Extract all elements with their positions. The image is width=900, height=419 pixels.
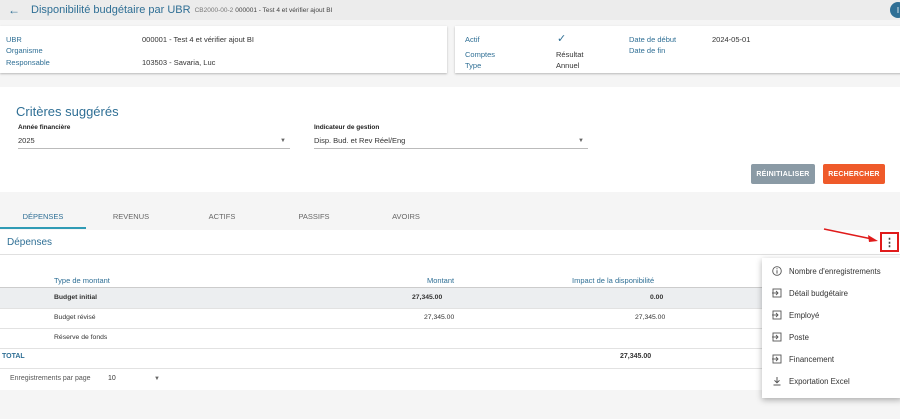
col-impact-header: Impact de la disponibilité: [572, 276, 655, 285]
tab-depenses[interactable]: DÉPENSES: [1, 212, 85, 221]
page-subtitle: 000001 - Test 4 et vérifier ajout BI: [235, 6, 333, 14]
col-montant-header: Montant: [427, 276, 455, 285]
impact-cell: 27,345.00: [635, 314, 666, 321]
page-size-select[interactable]: 10: [108, 375, 116, 382]
menu-item-label: Financement: [789, 354, 835, 364]
table-row[interactable]: Réserve de fonds: [0, 328, 790, 348]
montant-cell: 27,345.00: [412, 294, 443, 301]
row-divider: [0, 368, 790, 369]
row-divider: [0, 348, 790, 349]
menu-item-excel-export[interactable]: Exportation Excel: [772, 373, 850, 389]
menu-item-label: Employé: [789, 310, 820, 320]
year-select[interactable]: 2025: [18, 136, 35, 145]
total-label: TOTAL: [2, 353, 25, 360]
search-button[interactable]: RECHERCHER: [823, 164, 885, 184]
menu-item-record-count[interactable]: Nombre d'enregistrements: [772, 263, 881, 279]
responsable-label: Responsable: [6, 58, 50, 67]
total-impact: 27,345.00: [620, 353, 652, 360]
date-debut-label: Date de début: [629, 35, 677, 44]
open-in-icon: [772, 354, 782, 364]
open-in-icon: [772, 310, 782, 320]
menu-item-employee[interactable]: Employé: [772, 307, 819, 323]
indicator-select[interactable]: Disp. Bud. et Rev Réel/Eng: [314, 136, 405, 145]
year-dropdown-icon[interactable]: ▼: [280, 138, 286, 144]
kebab-menu-icon[interactable]: ⋮: [880, 232, 899, 252]
checkmark-icon: ✓: [557, 33, 567, 45]
page-size-dropdown-icon[interactable]: ▼: [154, 376, 160, 382]
comptes-value: Résultat: [556, 50, 584, 59]
back-arrow-icon[interactable]: ←: [3, 3, 25, 17]
ubr-value: 000001 - Test 4 et vérifier ajout BI: [142, 35, 255, 44]
page-size-label: Enregistrements par page: [10, 375, 91, 382]
table-row[interactable]: Budget révisé 27,345.00 27,345.00: [0, 308, 790, 328]
date-fin-label: Date de fin: [629, 46, 666, 55]
responsable-value: 103503 - Savaria, Luc: [142, 58, 216, 67]
tab-actifs[interactable]: ACTIFS: [180, 212, 264, 221]
table-row[interactable]: Budget initial 27,345.00 0.00: [0, 288, 790, 308]
status-info-card: Actif ✓ Comptes Résultat Type Annuel Dat…: [455, 26, 900, 73]
avatar[interactable]: I: [890, 2, 900, 18]
impact-cell: 0.00: [650, 294, 664, 301]
ubr-info-card: UBR 000001 - Test 4 et vérifier ajout BI…: [0, 26, 447, 73]
menu-item-label: Nombre d'enregistrements: [789, 266, 881, 276]
type-cell: Budget révisé: [54, 314, 96, 321]
page-title: Disponibilité budgétaire par UBR: [31, 4, 191, 16]
menu-item-funding[interactable]: Financement: [772, 351, 834, 367]
menu-item-label: Exportation Excel: [789, 376, 850, 386]
col-type-header: Type de montant: [54, 276, 110, 285]
page-code: CB2000-00-2: [194, 6, 234, 14]
menu-item-budget-detail[interactable]: Détail budgétaire: [772, 285, 848, 301]
organisme-label: Organisme: [6, 46, 43, 55]
indicator-label: Indicateur de gestion: [314, 124, 380, 131]
indicator-dropdown-icon[interactable]: ▼: [578, 138, 584, 144]
top-bar: ← Disponibilité budgétaire par UBR CB200…: [0, 0, 900, 20]
info-icon: [772, 266, 782, 276]
type-cell: Budget initial: [54, 294, 98, 301]
active-tab-indicator: [0, 227, 86, 229]
open-in-icon: [772, 332, 782, 342]
download-icon: [772, 376, 782, 386]
date-debut-value: 2024-05-01: [712, 35, 751, 44]
indicator-underline: [314, 148, 588, 149]
menu-item-position[interactable]: Poste: [772, 329, 809, 345]
context-menu: Nombre d'enregistrements Détail budgétai…: [762, 258, 900, 398]
menu-item-label: Détail budgétaire: [789, 288, 848, 298]
actif-label: Actif: [465, 35, 480, 44]
type-cell: Réserve de fonds: [54, 334, 108, 341]
tab-passifs[interactable]: PASSIFS: [272, 212, 356, 221]
open-in-icon: [772, 288, 782, 298]
reset-button[interactable]: RÉINITIALISER: [751, 164, 815, 184]
type-value: Annuel: [556, 61, 580, 70]
red-arrow-annotation: [823, 228, 878, 242]
section-title: Dépenses: [7, 237, 53, 248]
year-label: Année financière: [18, 124, 71, 131]
year-underline: [18, 148, 290, 149]
comptes-label: Comptes: [465, 50, 496, 59]
ubr-label: UBR: [6, 35, 22, 44]
tab-bar: DÉPENSES REVENUS ACTIFS PASSIFS AVOIRS: [0, 208, 900, 230]
tab-revenus[interactable]: REVENUS: [89, 212, 173, 221]
menu-item-label: Poste: [789, 332, 809, 342]
tab-avoirs[interactable]: AVOIRS: [364, 212, 448, 221]
section-divider: [0, 254, 900, 255]
criteria-title: Critères suggérés: [16, 104, 119, 119]
type-label: Type: [465, 61, 482, 70]
montant-cell: 27,345.00: [424, 314, 455, 321]
